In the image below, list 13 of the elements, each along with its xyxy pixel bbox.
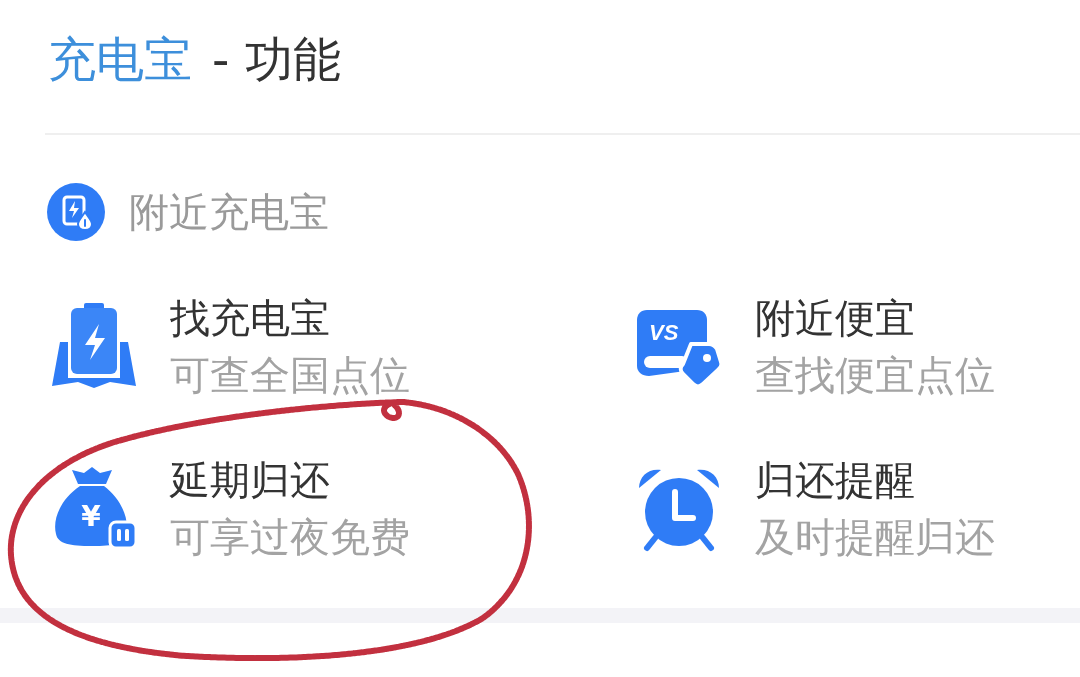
feature-subtitle: 查找便宜点位 — [755, 354, 995, 396]
feature-title: 找充电宝 — [170, 296, 331, 340]
power-bank-icon — [47, 183, 105, 241]
battery-map-icon — [50, 302, 138, 390]
feature-subtitle: 可享过夜免费 — [170, 516, 410, 558]
feature-title: 附近便宜 — [755, 296, 916, 340]
feature-subtitle: 可查全国点位 — [170, 354, 410, 396]
feature-title: 归还提醒 — [755, 458, 916, 502]
feature-subtitle: 及时提醒归还 — [755, 516, 995, 558]
feature-title: 延期归还 — [170, 458, 331, 502]
page-title: 充电宝 — [48, 30, 192, 88]
section-title: 附近充电宝 — [129, 188, 329, 236]
page-title-suffix: - 功能 — [212, 30, 341, 88]
